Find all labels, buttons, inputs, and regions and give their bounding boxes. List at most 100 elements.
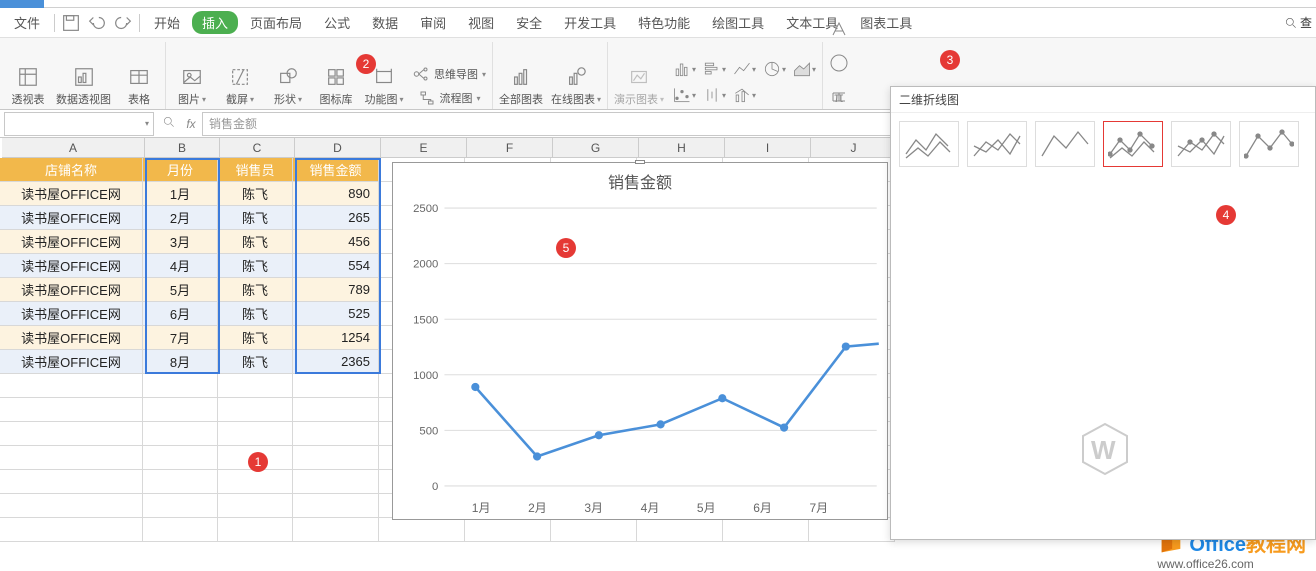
colhead-J[interactable]: J [811,138,897,158]
cell[interactable]: 陈飞 [218,326,293,350]
tab-formulas[interactable]: 公式 [314,9,360,36]
tab-pagelayout[interactable]: 页面布局 [240,9,312,36]
cell[interactable]: 5月 [143,278,218,302]
cell[interactable]: 读书屋OFFICE网 [0,182,143,206]
line-chart-thumb-1[interactable] [899,121,959,167]
cell[interactable]: 读书屋OFFICE网 [0,206,143,230]
search-button[interactable]: 查 [1280,10,1316,35]
tab-view[interactable]: 视图 [458,9,504,36]
bar-chart-icon[interactable]: ▾ [702,57,726,81]
redo-icon[interactable] [111,11,135,35]
colhead-F[interactable]: F [467,138,553,158]
area-chart-icon[interactable]: ▾ [792,57,816,81]
scatter-chart-icon[interactable]: ▾ [672,83,696,107]
save-icon[interactable] [59,11,83,35]
tab-insert[interactable]: 插入 [192,11,238,34]
cell[interactable]: 554 [293,254,379,278]
cell[interactable]: 789 [293,278,379,302]
cell[interactable] [465,518,551,542]
cell[interactable]: 8月 [143,350,218,374]
cell[interactable] [637,518,723,542]
cell[interactable]: 2365 [293,350,379,374]
table-row[interactable] [0,518,895,542]
cell[interactable]: 读书屋OFFICE网 [0,302,143,326]
cell[interactable] [0,470,143,494]
allcharts-button[interactable]: 全部图表 [499,65,543,107]
cell[interactable]: 读书屋OFFICE网 [0,326,143,350]
pivotchart-button[interactable]: 数据透视图 [56,65,111,107]
cell[interactable]: 陈飞 [218,206,293,230]
cell[interactable] [0,494,143,518]
cell[interactable]: 读书屋OFFICE网 [0,230,143,254]
colhead-A[interactable]: A [2,138,145,158]
tab-data[interactable]: 数据 [362,9,408,36]
colhead-C[interactable]: C [220,138,295,158]
demochart-button[interactable]: 演示图表▾ [614,65,664,107]
colhead-E[interactable]: E [381,138,467,158]
tab-charttools[interactable]: 图表工具 [850,9,922,36]
cell[interactable] [293,446,379,470]
tab-special[interactable]: 特色功能 [628,9,700,36]
name-box[interactable]: ▾ [4,112,154,136]
line-chart-thumb-2[interactable] [967,121,1027,167]
tab-developer[interactable]: 开发工具 [554,9,626,36]
cell[interactable] [293,494,379,518]
symbol-icon[interactable] [827,51,851,75]
combo-chart-icon[interactable]: ▾ [732,83,756,107]
cell[interactable] [143,470,218,494]
cell[interactable] [0,446,143,470]
cell[interactable] [143,518,218,542]
cell[interactable]: 6月 [143,302,218,326]
cell[interactable]: 1254 [293,326,379,350]
cell[interactable] [379,518,465,542]
cell[interactable]: 4月 [143,254,218,278]
cell[interactable] [218,374,293,398]
cell[interactable] [293,518,379,542]
tab-security[interactable]: 安全 [506,9,552,36]
cell[interactable]: 月份 [143,158,218,182]
resize-handle-icon[interactable] [635,160,645,164]
line-chart-thumb-3[interactable] [1035,121,1095,167]
cell[interactable] [293,374,379,398]
cell[interactable]: 456 [293,230,379,254]
cell[interactable]: 1月 [143,182,218,206]
cell[interactable]: 读书屋OFFICE网 [0,350,143,374]
cell[interactable] [293,470,379,494]
cell[interactable]: 陈飞 [218,350,293,374]
cell[interactable] [218,494,293,518]
cell[interactable] [218,422,293,446]
picture-button[interactable]: 图片▾ [172,65,212,107]
cell[interactable]: 店铺名称 [0,158,143,182]
stock-chart-icon[interactable]: ▾ [702,83,726,107]
cell[interactable]: 525 [293,302,379,326]
cell[interactable]: 265 [293,206,379,230]
colhead-G[interactable]: G [553,138,639,158]
wordart-icon[interactable] [827,17,851,41]
cell[interactable] [551,518,637,542]
tab-review[interactable]: 审阅 [410,9,456,36]
cell[interactable] [218,518,293,542]
mindmap-button[interactable]: 思维导图▾ [412,65,486,83]
cell[interactable] [0,374,143,398]
pie-chart-icon[interactable]: ▾ [762,57,786,81]
tab-home[interactable]: 开始 [144,9,190,36]
shapes-button[interactable]: 形状▾ [268,65,308,107]
cell[interactable] [293,422,379,446]
line-chart-thumb-6[interactable] [1239,121,1299,167]
cell[interactable]: 销售金额 [293,158,379,182]
cell[interactable] [809,518,895,542]
pivottable-button[interactable]: 透视表 [8,65,48,107]
cell[interactable] [0,518,143,542]
screenshot-button[interactable]: 截屏▾ [220,65,260,107]
cell[interactable]: 7月 [143,326,218,350]
cell[interactable]: 读书屋OFFICE网 [0,254,143,278]
colhead-H[interactable]: H [639,138,725,158]
cell[interactable] [143,446,218,470]
cell[interactable] [143,422,218,446]
cell[interactable]: 读书屋OFFICE网 [0,278,143,302]
colhead-D[interactable]: D [295,138,381,158]
line-chart-icon[interactable]: ▾ [732,57,756,81]
onlinecharts-button[interactable]: 在线图表▾ [551,65,601,107]
iconlib-button[interactable]: 图标库 [316,65,356,107]
colhead-I[interactable]: I [725,138,811,158]
